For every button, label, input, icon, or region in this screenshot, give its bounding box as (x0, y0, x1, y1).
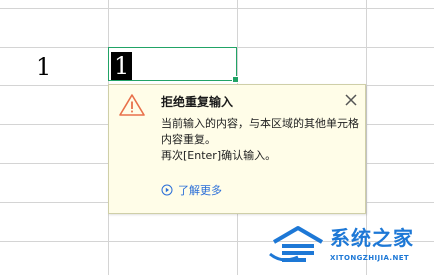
play-circle-icon (161, 184, 173, 196)
watermark-title: 系统之家 (330, 226, 414, 250)
row-gridline (0, 8, 434, 9)
cell-value[interactable]: 1 (36, 53, 51, 81)
tooltip-message: 当前输入的内容，与本区域的其他单元格内容重复。 再次[Enter]确认输入。 (161, 116, 366, 164)
spreadsheet-grid: 1 1 拒绝重复输入 当前输入的内容，与本区域的其他单元格内容重复。 再次[En… (0, 0, 434, 275)
duplicate-entry-tooltip: 拒绝重复输入 当前输入的内容，与本区域的其他单元格内容重复。 再次[Enter]… (108, 84, 366, 214)
learn-more-label[interactable]: 了解更多 (178, 182, 222, 198)
fill-handle[interactable] (232, 76, 239, 83)
active-cell-selected-text[interactable]: 1 (111, 52, 133, 80)
learn-more-link[interactable]: 了解更多 (161, 182, 222, 198)
warning-triangle-icon (119, 94, 145, 116)
watermark-url: XITONGZHIJIA.NET (330, 254, 410, 262)
watermark: 系统之家 XITONGZHIJIA.NET (268, 222, 428, 270)
tooltip-message-line: 再次[Enter]确认输入。 (161, 149, 277, 162)
tooltip-message-line: 当前输入的内容，与本区域的其他单元格内容重复。 (161, 117, 359, 146)
tooltip-title: 拒绝重复输入 (161, 95, 234, 109)
house-logo-icon (269, 226, 324, 262)
close-icon[interactable] (344, 93, 358, 107)
